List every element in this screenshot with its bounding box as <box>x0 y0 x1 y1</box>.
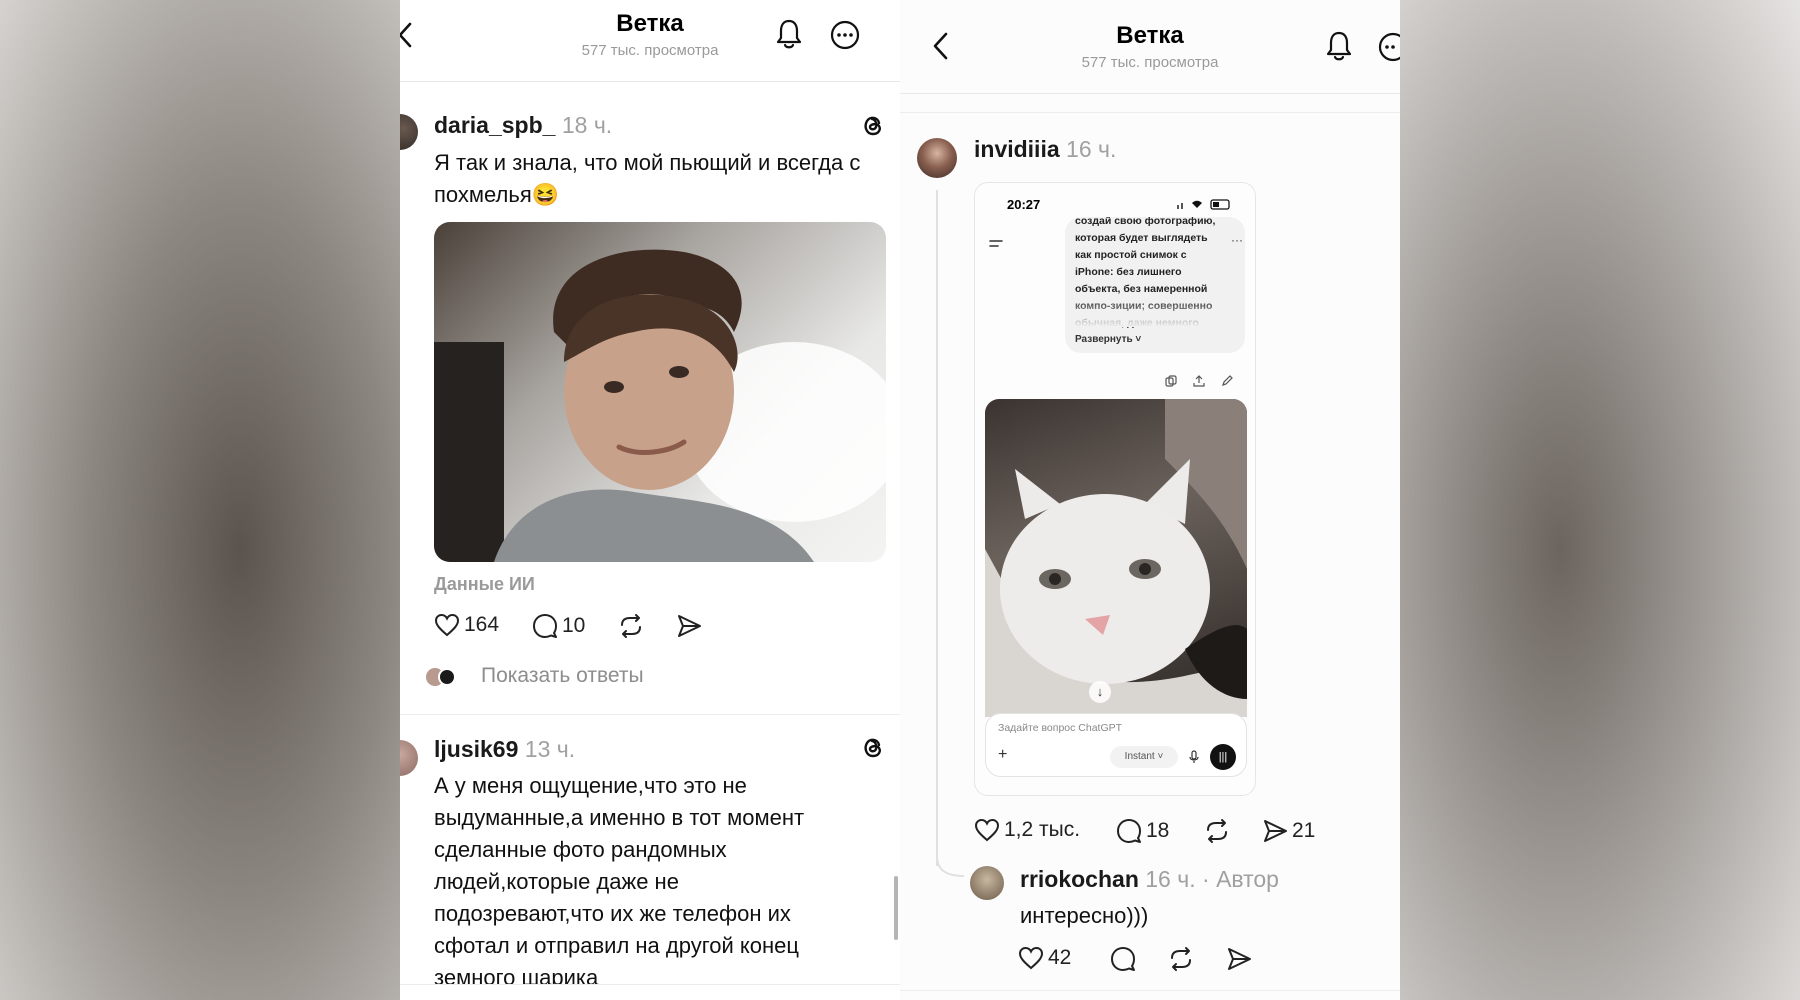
threads-logo-icon <box>864 738 881 758</box>
like-count: 1,2 тыс. <box>1004 818 1081 841</box>
add-icon[interactable]: + <box>998 746 1007 764</box>
post-photo[interactable] <box>434 222 886 562</box>
download-icon[interactable]: ↓ <box>1089 681 1111 703</box>
thread-title: Ветка <box>616 10 684 37</box>
avatar[interactable] <box>917 138 957 178</box>
status-icons <box>1177 199 1230 210</box>
post-author[interactable]: daria_spb_ 18 ч. <box>434 112 612 139</box>
more-options-icon[interactable] <box>1378 32 1400 62</box>
post-author[interactable]: invidiiia 16 ч. <box>974 136 1116 163</box>
copy-icon[interactable] <box>1165 375 1177 387</box>
bell-icon[interactable] <box>774 18 804 50</box>
share-icon[interactable] <box>676 613 702 639</box>
more-options-icon[interactable] <box>830 20 860 50</box>
thread-header: Ветка 577 тыс. просмотра <box>400 0 900 82</box>
post-time: 13 ч. <box>524 736 576 762</box>
expand-link[interactable]: Развернуть ˅ <box>1075 334 1141 345</box>
status-bar-time: 20:27 <box>1007 197 1041 212</box>
bell-icon[interactable] <box>1324 30 1354 62</box>
upload-icon[interactable] <box>1193 375 1205 387</box>
view-count: 577 тыс. просмотра <box>581 42 719 59</box>
scrollbar[interactable] <box>894 876 898 940</box>
expand-label: Развернуть <box>1075 334 1133 345</box>
like-button[interactable]: 1,2 тыс. <box>974 818 1080 842</box>
comment-icon[interactable] <box>1110 946 1136 972</box>
comment-count: 18 <box>1146 819 1170 842</box>
menu-icon[interactable] <box>988 237 1004 251</box>
show-replies-link[interactable]: Показать ответы <box>481 664 644 688</box>
share-icon <box>1264 820 1287 842</box>
author-tag: · Автор <box>1202 866 1279 892</box>
cat-photo <box>985 399 1247 717</box>
like-count: 42 <box>1048 946 1072 969</box>
comment-count: 10 <box>562 614 586 637</box>
blurred-background-right <box>1400 0 1800 1000</box>
avatar[interactable] <box>400 114 418 150</box>
avatar[interactable] <box>970 866 1004 900</box>
post-time: 16 ч. <box>1066 136 1117 162</box>
avatar[interactable] <box>400 740 418 776</box>
reply-author[interactable]: rriokochan 16 ч. · Автор <box>1020 866 1279 893</box>
blurred-background-left <box>0 0 400 1000</box>
repost-icon[interactable] <box>618 613 644 639</box>
like-button[interactable]: 42 <box>1018 946 1071 970</box>
comment-icon <box>1117 819 1141 843</box>
share-count: 21 <box>1292 819 1316 842</box>
heart-icon <box>1018 946 1044 970</box>
share-icon[interactable] <box>1226 946 1252 972</box>
repost-icon[interactable] <box>1168 946 1194 972</box>
divider <box>400 984 900 985</box>
microphone-icon[interactable] <box>1188 750 1200 764</box>
thread-header: Ветка 577 тыс. просмотра <box>900 0 1400 94</box>
thread-line <box>936 190 938 866</box>
post-author[interactable]: ljusik69 13 ч. <box>434 736 575 763</box>
fade-overlay <box>1065 297 1245 327</box>
like-button[interactable]: 164 <box>434 613 499 637</box>
mode-selector[interactable]: Instant ˅ <box>1110 746 1178 768</box>
left-thread-panel: Ветка 577 тыс. просмотра daria_spb_ 18 ч… <box>400 0 900 1000</box>
reply-text: интересно))) <box>1020 903 1149 928</box>
post-text: А у меня ощущение,что это не выдуманные,… <box>434 773 805 984</box>
divider <box>900 112 1400 113</box>
chat-input-box[interactable]: Задайте вопрос ChatGPT + Instant ˅ ||| <box>985 713 1247 777</box>
heart-icon <box>434 613 460 637</box>
chat-input-placeholder: Задайте вопрос ChatGPT <box>998 722 1123 734</box>
repost-icon[interactable] <box>1204 818 1230 844</box>
comment-button[interactable]: 10 <box>532 613 585 639</box>
right-thread-panel: Ветка 577 тыс. просмотра invidiiia 16 ч.… <box>900 0 1400 1000</box>
voice-mode-button[interactable]: ||| <box>1210 744 1236 770</box>
comment-icon <box>533 614 557 638</box>
divider <box>900 990 1400 991</box>
comment-button[interactable]: 18 <box>1116 818 1169 844</box>
divider <box>400 714 900 715</box>
post-text: Я так и знала, что мой пьющий и всегда с… <box>434 150 861 207</box>
heart-icon <box>974 818 1000 842</box>
share-button[interactable]: 21 <box>1262 818 1315 844</box>
reply-time: 16 ч. <box>1145 866 1196 892</box>
post-time: 18 ч. <box>561 112 613 138</box>
username[interactable]: ljusik69 <box>434 736 518 762</box>
username[interactable]: daria_spb_ <box>434 112 555 138</box>
attached-screenshot[interactable]: 20:27 создай свою фотографию, которая бу… <box>974 182 1256 796</box>
username[interactable]: rriokochan <box>1020 866 1139 892</box>
reply-avatar <box>438 668 456 686</box>
ai-info-label[interactable]: Данные ИИ <box>434 574 535 595</box>
username[interactable]: invidiiia <box>974 136 1060 162</box>
generated-cat-image[interactable]: ↓ <box>985 399 1247 717</box>
edit-icon[interactable] <box>1221 375 1233 387</box>
mode-label: Instant <box>1124 751 1155 762</box>
prompt-bubble: создай свою фотографию, которая будет вы… <box>1065 217 1245 353</box>
reply-connector <box>936 856 965 877</box>
more-dots-icon[interactable]: ··· <box>1231 233 1243 247</box>
selfie-image <box>434 249 886 562</box>
like-count: 164 <box>464 613 500 636</box>
threads-logo-icon <box>864 116 881 136</box>
